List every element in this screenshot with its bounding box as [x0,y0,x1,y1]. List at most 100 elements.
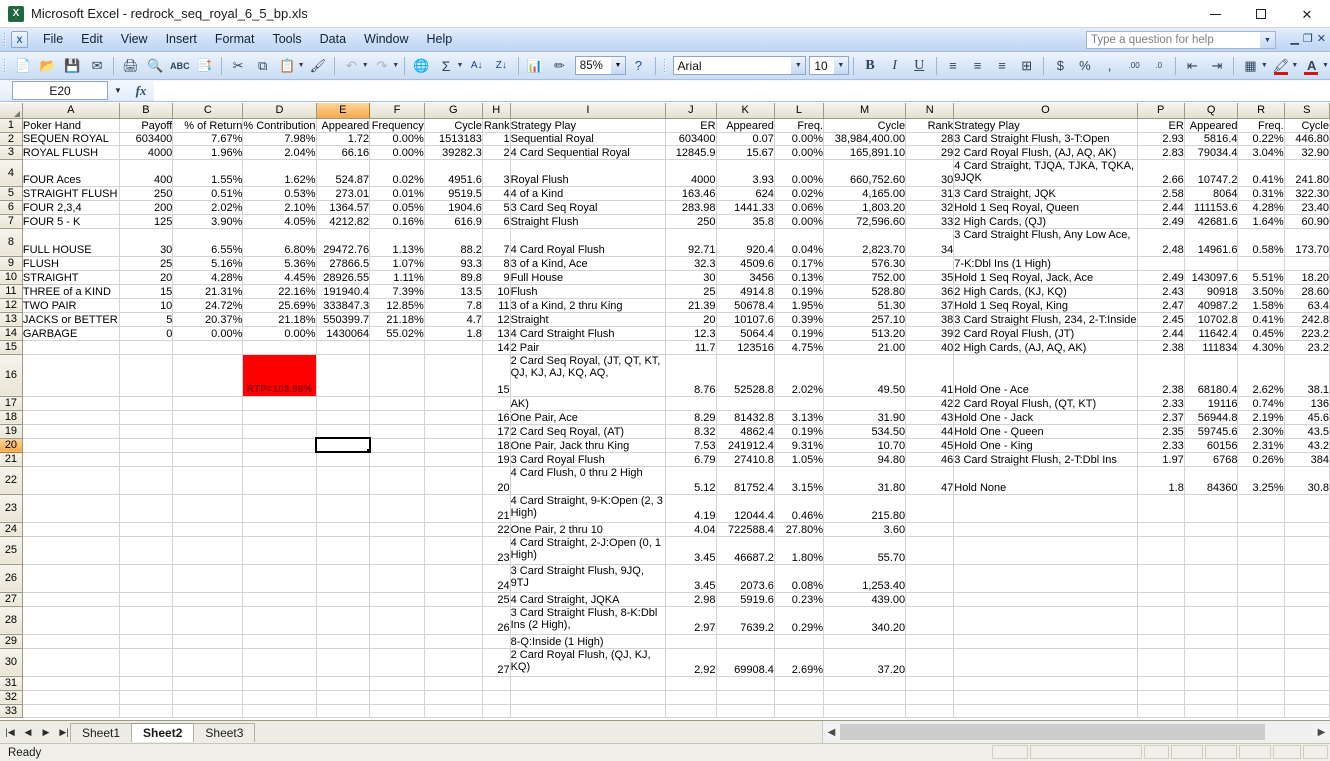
format-painter-icon[interactable]: 🖌 [307,55,330,77]
cell-F33[interactable] [369,704,425,718]
cell-B9[interactable]: 25 [119,256,174,271]
cell-F13[interactable]: 21.18% [369,312,425,327]
cell-O14[interactable]: 2 Card Royal Flush, (JT) [953,326,1138,341]
cell-L28[interactable]: 0.29% [774,606,825,635]
formula-input[interactable] [154,80,1330,101]
cell-G17[interactable] [424,396,483,411]
cell-N25[interactable] [905,536,955,565]
cell-B28[interactable] [119,606,174,635]
minimize-button[interactable] [1192,0,1238,28]
cell-R2[interactable]: 0.22% [1237,132,1285,146]
cell-L25[interactable]: 1.80% [774,536,825,565]
align-right-icon[interactable]: ≡ [991,55,1014,77]
cell-R29[interactable] [1237,634,1285,649]
cell-D22[interactable] [242,466,317,495]
cell-C30[interactable] [172,648,244,677]
cell-L24[interactable]: 27.80% [774,522,825,537]
cell-P12[interactable]: 2.47 [1137,298,1185,313]
menu-item-view[interactable]: View [112,29,157,50]
cell-Q13[interactable]: 10702.8 [1184,312,1239,327]
align-center-icon[interactable]: ≡ [966,55,989,77]
cell-D18[interactable] [242,410,317,425]
cell-B29[interactable] [119,634,174,649]
cell-I27[interactable]: 4 Card Straight, JQKA [510,592,667,607]
cell-S11[interactable]: 28.60 [1284,284,1330,299]
italic-button[interactable]: I [883,55,906,77]
cell-N30[interactable] [905,648,955,677]
cell-G11[interactable]: 13.5 [424,284,483,299]
cell-D3[interactable]: 2.04% [242,145,317,160]
table-row[interactable]: 13 JACKS or BETTER 5 20.37% 21.18% 550399.7 21… [0,312,1330,327]
cell-I26[interactable]: 3 Card Straight Flush, 9JQ, 9TJ [510,564,667,593]
cell-N8[interactable]: 34 [905,228,955,257]
menu-item-file[interactable]: File [34,29,72,50]
cell-E19[interactable] [316,424,371,439]
cell-S27[interactable] [1284,592,1330,607]
cell-H31[interactable] [482,676,511,691]
cell-I16[interactable]: 2 Card Seq Royal, (JT, QT, KT, QJ, KJ, A… [510,354,667,397]
cell-L27[interactable]: 0.23% [774,592,825,607]
cell-M14[interactable]: 513.20 [823,326,907,341]
cell-D6[interactable]: 2.10% [242,200,317,215]
column-header-j[interactable]: J [665,103,717,119]
cell-R30[interactable] [1237,648,1285,677]
cell-P32[interactable] [1137,690,1185,705]
cell-I10[interactable]: Full House [510,270,667,285]
cell-D2[interactable]: 7.98% [242,132,317,146]
cell-C8[interactable]: 6.55% [172,228,244,257]
cell-R13[interactable]: 0.41% [1237,312,1285,327]
cell-R33[interactable] [1237,704,1285,718]
row-header-26[interactable]: 26 [0,564,23,593]
cell-M1[interactable]: Cycle [823,118,907,133]
cell-A26[interactable] [22,564,120,593]
drawing-icon[interactable]: ✏ [548,55,571,77]
cell-P19[interactable]: 2.35 [1137,424,1185,439]
cell-M17[interactable] [823,396,907,411]
cell-P8[interactable]: 2.48 [1137,228,1185,257]
cell-B24[interactable] [119,522,174,537]
column-header-m[interactable]: M [823,103,907,119]
last-sheet-icon[interactable]: ▶| [58,727,70,738]
cell-S7[interactable]: 60.90 [1284,214,1330,229]
cell-D21[interactable] [242,452,317,467]
cell-R31[interactable] [1237,676,1285,691]
cell-G3[interactable]: 39282.3 [424,145,483,160]
column-header-a[interactable]: A [22,103,120,119]
cell-B18[interactable] [119,410,174,425]
cell-O21[interactable]: 3 Card Straight Flush, 2-T:Dbl Ins [953,452,1138,467]
cell-K18[interactable]: 81432.8 [716,410,775,425]
cell-Q25[interactable] [1184,536,1239,565]
table-row[interactable]: 19 17 2 Card Seq Royal, (AT) 8.32 4862.4 0.19… [0,424,1330,439]
cell-L16[interactable]: 2.02% [774,354,825,397]
cell-F26[interactable] [369,564,425,593]
cell-I28[interactable]: 3 Card Straight Flush, 8-K:Dbl Ins (2 Hi… [510,606,667,635]
cell-G23[interactable] [424,494,483,523]
cell-S5[interactable]: 322.30 [1284,186,1330,201]
table-row[interactable]: 24 22 One Pair, 2 thru 10 4.04 722588.4 27.80… [0,522,1330,537]
cell-F19[interactable] [369,424,425,439]
cell-F12[interactable]: 12.85% [369,298,425,313]
row-header-21[interactable]: 21 [0,452,23,467]
cell-Q26[interactable] [1184,564,1239,593]
font-size-combobox[interactable]: 10 ▼ [809,56,849,75]
cell-A20[interactable] [22,438,120,453]
table-row[interactable]: 15 14 2 Pair 11.7 123516 4.75% 21.00 40 2 High C… [0,340,1330,355]
cell-P11[interactable]: 2.43 [1137,284,1185,299]
cell-N6[interactable]: 32 [905,200,955,215]
cell-H14[interactable]: 13 [482,326,511,341]
cell-R16[interactable]: 2.62% [1237,354,1285,397]
cell-R17[interactable]: 0.74% [1237,396,1285,411]
column-header-o[interactable]: O [953,103,1138,119]
hyperlink-icon[interactable]: 🌐 [410,55,433,77]
cell-J4[interactable]: 4000 [665,159,717,187]
cell-F14[interactable]: 55.02% [369,326,425,341]
cell-J13[interactable]: 20 [665,312,717,327]
cell-Q12[interactable]: 40987.2 [1184,298,1239,313]
cell-P9[interactable] [1137,256,1185,271]
cell-K33[interactable] [716,704,775,718]
cell-D13[interactable]: 21.18% [242,312,317,327]
cell-A31[interactable] [22,676,120,691]
cell-J17[interactable] [665,396,717,411]
cell-B21[interactable] [119,452,174,467]
cell-D25[interactable] [242,536,317,565]
